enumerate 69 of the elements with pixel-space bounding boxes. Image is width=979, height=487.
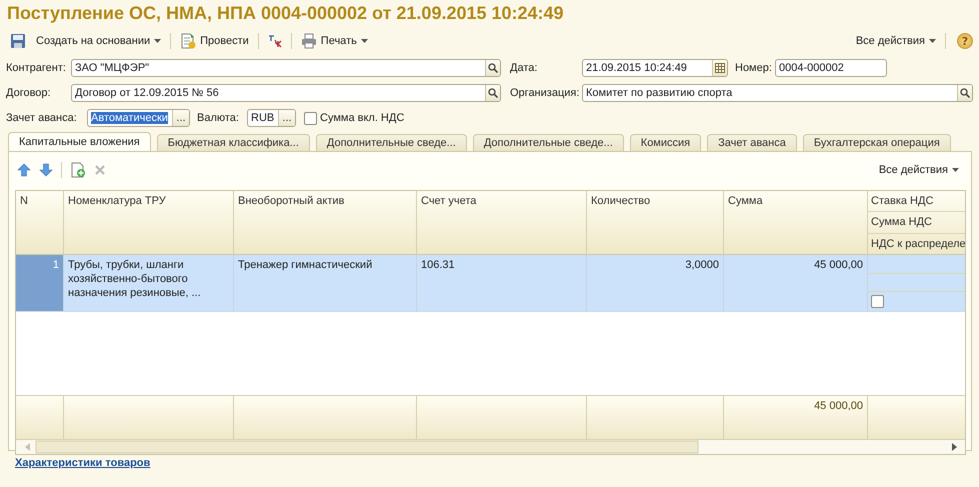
tab[interactable]: Дополнительные сведе... [316, 134, 467, 151]
all-actions-button[interactable]: Все действия [872, 163, 965, 177]
table-cell: 1 [16, 255, 64, 312]
tab[interactable]: Бухгалтерская операция [802, 134, 951, 151]
print-button[interactable]: Печать [298, 33, 370, 49]
date-field[interactable]: 21.09.2015 10:24:49 [582, 59, 728, 77]
calendar-icon [715, 63, 725, 73]
add-row-icon [70, 162, 86, 178]
column-header[interactable]: Номенклатура ТРУ [64, 191, 234, 255]
search-icon [488, 88, 498, 98]
table-cell: 45 000,00 [724, 255, 868, 312]
tab[interactable]: Бюджетная классифика... [156, 134, 310, 151]
column-header[interactable]: Счет учета [417, 191, 587, 255]
column-header[interactable]: Сумма [724, 191, 868, 255]
document-icon [180, 33, 196, 49]
column-header[interactable]: Ставка НДС [868, 191, 965, 212]
caret-icon [360, 39, 368, 43]
contract-field[interactable]: Договор от 12.09.2015 № 56 [71, 84, 501, 102]
table-cell: 106.31 [417, 255, 587, 312]
column-header[interactable]: НДС к распределе [868, 234, 965, 254]
search-icon [488, 63, 498, 73]
organization-field[interactable]: Комитет по развитию спорта [582, 84, 973, 102]
contractor-field[interactable]: ЗАО "МЦФЭР" [71, 59, 501, 77]
tab[interactable]: Дополнительные сведе... [472, 134, 624, 151]
column-header[interactable]: Сумма НДС [868, 212, 965, 234]
caret-icon [929, 39, 936, 43]
move-up-button[interactable] [17, 163, 31, 177]
all-actions-button[interactable]: Все действия [854, 35, 938, 47]
field-label: Дата: [510, 62, 538, 74]
create-based-on-button[interactable]: Создать на основании [34, 35, 164, 47]
field-label: Организация: [510, 87, 580, 99]
advance-field[interactable]: Автоматически ... [87, 109, 190, 127]
printer-icon [300, 33, 317, 49]
save-icon [10, 33, 26, 49]
table-cell: Тренажер гимнастический [234, 255, 417, 312]
tab[interactable]: Капитальные вложения [8, 132, 151, 151]
caret-icon [154, 39, 162, 43]
table-cell: Трубы, трубки, шланги хозяйственно-бытового назначения резиновые, ... [64, 255, 234, 312]
add-row-button[interactable] [70, 162, 86, 178]
field-label: Договор: [6, 87, 52, 99]
column-header[interactable]: Количество [587, 191, 724, 255]
total-value: 45 000,00 [814, 400, 863, 412]
search-icon [960, 88, 970, 98]
delete-icon [94, 164, 106, 176]
checkbox[interactable] [871, 295, 884, 308]
checkbox[interactable] [304, 112, 317, 124]
field-label: Контрагент: [6, 62, 67, 74]
number-field[interactable]: 0004-000002 [775, 59, 887, 77]
field-label: Зачет аванса: [6, 112, 78, 124]
table-row[interactable]: 1 Трубы, трубки, шланги хозяйственно-бытового назначения резиновые, ... Тренажер гимнастический 106.31 3,0000 45 000,00 [16, 255, 965, 312]
field-label: Номер: [735, 62, 773, 74]
down-arrow-icon [39, 163, 53, 177]
caret-icon [952, 168, 959, 172]
post-button[interactable]: Провести [178, 33, 251, 49]
currency-field[interactable]: RUB ... [247, 109, 296, 127]
tab[interactable]: Комиссия [630, 134, 702, 151]
up-arrow-icon [17, 163, 31, 177]
product-characteristics-link[interactable]: Характеристики товаров [15, 457, 150, 469]
column-header[interactable]: N [16, 191, 64, 255]
move-down-button[interactable] [39, 163, 53, 177]
window-title: Поступление ОС, НМА, НПА 0004-000002 от 21.09.2015 10:24:49 [6, 2, 565, 25]
ledger-icon [268, 34, 282, 48]
field-label: Сумма вкл. НДС [320, 112, 404, 124]
column-header[interactable]: Внеоборотный актив [234, 191, 417, 255]
save-button[interactable] [8, 33, 28, 49]
help-button[interactable]: ? [957, 33, 973, 49]
table-cell: 3,0000 [587, 255, 724, 312]
field-label: Валюта: [197, 112, 240, 124]
tab[interactable]: Зачет аванса [707, 134, 797, 151]
